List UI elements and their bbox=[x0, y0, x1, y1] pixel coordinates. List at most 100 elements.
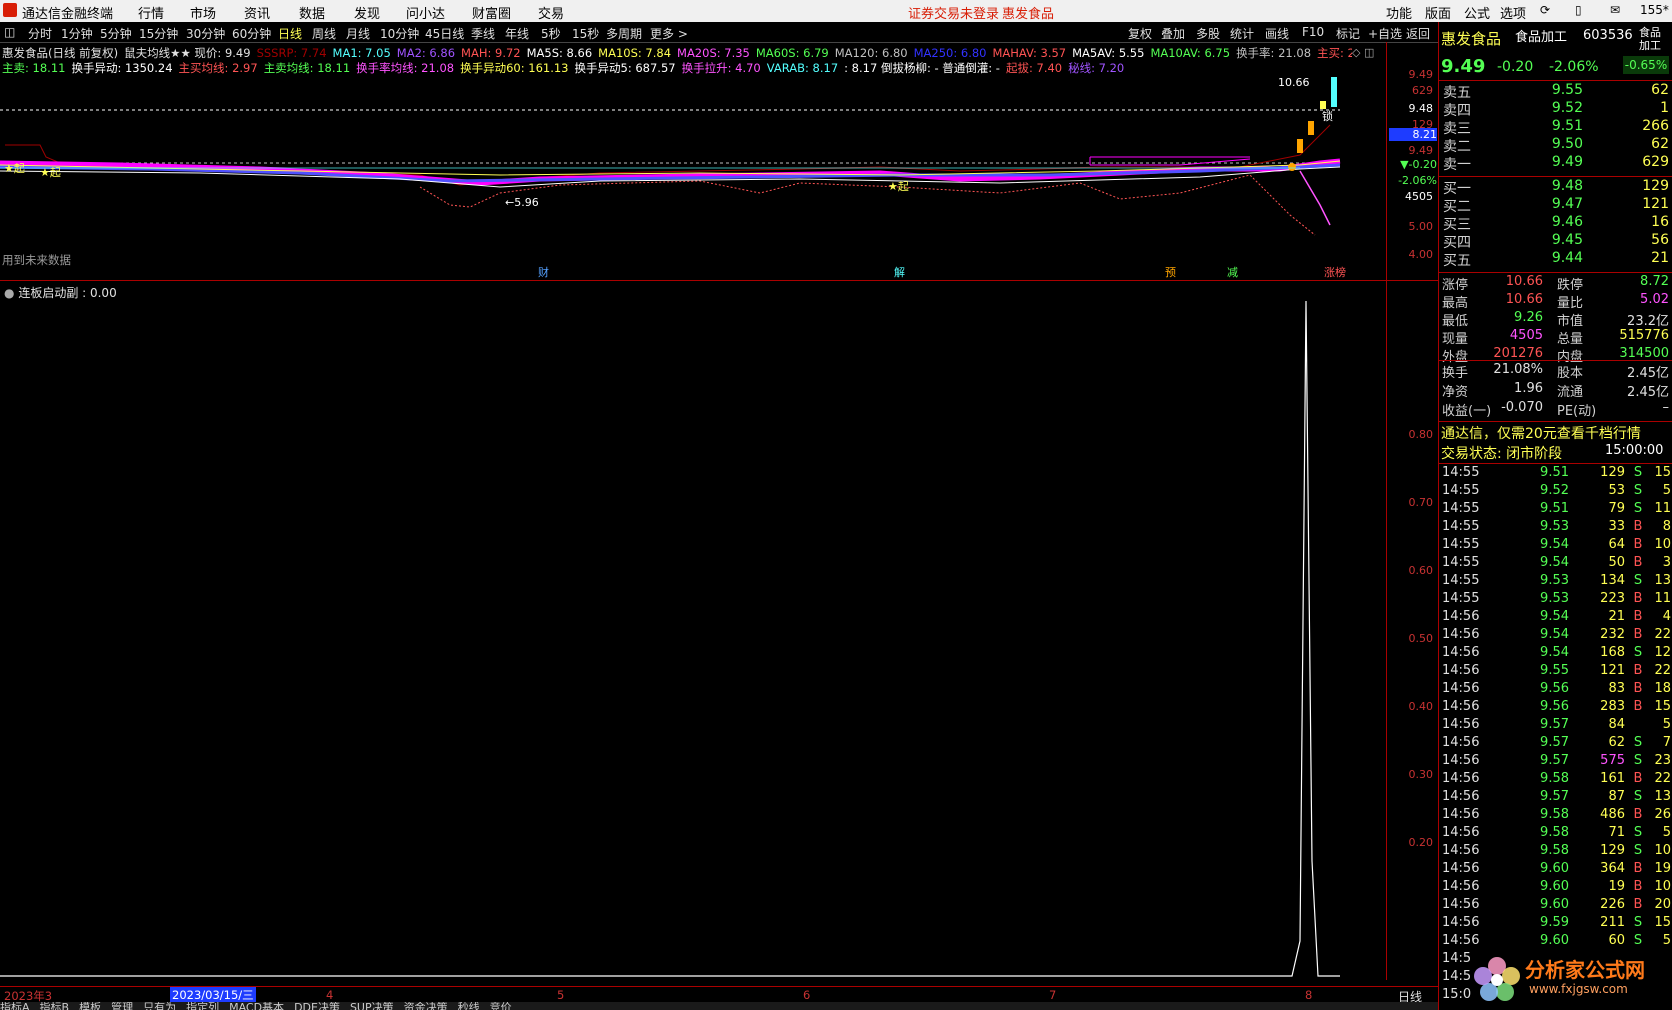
menu-item-shichang[interactable]: 市场 bbox=[190, 3, 216, 22]
menu-item-zixun[interactable]: 资讯 bbox=[244, 3, 270, 22]
bottom-tab[interactable]: 秒线 bbox=[458, 1002, 480, 1010]
btn-fanhui[interactable]: 返回 bbox=[1406, 25, 1430, 42]
bottom-tab[interactable]: DDE决策 bbox=[294, 1002, 340, 1010]
low-price-label: ←5.96 bbox=[505, 196, 539, 209]
sector-tag[interactable]: 食品加工 bbox=[1639, 26, 1671, 52]
login-notice[interactable]: 证券交易未登录 bbox=[908, 3, 999, 22]
sell-level: 卖二 9.50 62 bbox=[1439, 136, 1672, 155]
bottom-tab[interactable]: 模板 bbox=[79, 1002, 101, 1010]
stat-label: 市值 bbox=[1557, 314, 1584, 329]
event-jie[interactable]: 解 bbox=[894, 264, 905, 280]
bottom-tab[interactable]: 指定列 bbox=[186, 1002, 219, 1010]
menu-item-wenxiaoda[interactable]: 问小达 bbox=[406, 3, 445, 22]
menu-item-gongneng[interactable]: 功能 bbox=[1386, 3, 1412, 22]
pct-box: -0.65% bbox=[1623, 56, 1669, 74]
bottom-tab[interactable]: 指标B bbox=[40, 1002, 70, 1010]
level-volume: 16 bbox=[1651, 214, 1669, 230]
sub-indicator-chart[interactable] bbox=[0, 281, 1386, 981]
toggle-panel-icon[interactable]: ◫ bbox=[4, 25, 15, 39]
refresh-icon[interactable]: ⟳ bbox=[1540, 3, 1550, 17]
stat-label: PE(动) bbox=[1557, 404, 1597, 419]
tick-time: 14:56 bbox=[1442, 753, 1480, 768]
tick-price: 9.59 bbox=[1540, 915, 1569, 930]
stat-label: 换手 bbox=[1442, 366, 1469, 381]
tick-count: 19 bbox=[1654, 861, 1671, 876]
bottom-tab[interactable]: 指标A bbox=[0, 1002, 30, 1010]
menu-item-xuanxiang[interactable]: 选项 bbox=[1500, 3, 1526, 22]
phone-icon[interactable]: ▯ bbox=[1575, 3, 1582, 17]
mail-icon[interactable]: ✉ bbox=[1610, 3, 1620, 17]
tick-row: 14:55 9.54 64 B 10 bbox=[1439, 537, 1672, 555]
level-volume: 129 bbox=[1642, 178, 1669, 194]
level-volume: 56 bbox=[1651, 232, 1669, 248]
bottom-tab[interactable]: 资金决策 bbox=[404, 1002, 448, 1010]
btn-f10[interactable]: F10 bbox=[1302, 25, 1324, 39]
price-chart[interactable] bbox=[0, 75, 1386, 280]
event-zhangbang[interactable]: 涨榜 bbox=[1324, 264, 1346, 280]
tick-price: 9.60 bbox=[1540, 879, 1569, 894]
btn-fuquan[interactable]: 复权 bbox=[1128, 25, 1152, 42]
sell-level: 卖一 9.49 629 bbox=[1439, 154, 1672, 173]
period-more[interactable]: 更多 > bbox=[650, 25, 688, 42]
promo-link[interactable]: 通达信，仅需20元查看千档行情 bbox=[1441, 423, 1641, 443]
period-5min[interactable]: 5分钟 bbox=[100, 25, 132, 42]
menu-item-caifuquan[interactable]: 财富圈 bbox=[472, 3, 511, 22]
event-yu[interactable]: 预 bbox=[1165, 264, 1176, 280]
btn-biaoji[interactable]: 标记 bbox=[1336, 25, 1360, 42]
menu-item-jiaoyi[interactable]: 交易 bbox=[538, 3, 564, 22]
period-15min[interactable]: 15分钟 bbox=[139, 25, 178, 42]
tick-price: 9.52 bbox=[1540, 483, 1569, 498]
bottom-tab[interactable]: 竞价 bbox=[490, 1002, 512, 1010]
btn-duogu[interactable]: 多股 bbox=[1196, 25, 1220, 42]
period-30min[interactable]: 30分钟 bbox=[186, 25, 225, 42]
period-15sec[interactable]: 15秒 bbox=[572, 25, 599, 42]
menu-item-gongshi[interactable]: 公式 bbox=[1464, 3, 1490, 22]
tick-side: B bbox=[1633, 861, 1643, 876]
bottom-tab[interactable]: 只有为 bbox=[143, 1002, 176, 1010]
tick-count: 5 bbox=[1662, 483, 1671, 498]
btn-tongji[interactable]: 统计 bbox=[1230, 25, 1254, 42]
bottom-tab[interactable]: MACD基本 bbox=[229, 1002, 284, 1010]
app-logo-icon bbox=[3, 3, 17, 17]
indicator-value: MAHAV: 3.57 bbox=[992, 46, 1067, 59]
stat-row: 收益(一) -0.070 PE(动) – bbox=[1439, 400, 1672, 419]
tick-side: S bbox=[1633, 483, 1643, 498]
expand-icon[interactable]: ◇ ◫ bbox=[1352, 46, 1374, 59]
period-daily[interactable]: 日线 bbox=[278, 25, 302, 42]
period-multi[interactable]: 多周期 bbox=[606, 25, 642, 42]
period-45day[interactable]: 45日线 bbox=[425, 25, 464, 42]
stat-label: 收益(一) bbox=[1442, 404, 1492, 419]
period-monthly[interactable]: 月线 bbox=[346, 25, 370, 42]
period-1min[interactable]: 1分钟 bbox=[61, 25, 93, 42]
period-yearly[interactable]: 年线 bbox=[505, 25, 529, 42]
indicator-value: MA60S: 6.79 bbox=[755, 46, 829, 59]
bottom-tab[interactable]: 管理 bbox=[111, 1002, 133, 1010]
btn-zixuan[interactable]: +自选 bbox=[1368, 25, 1402, 42]
indicator-value: MA1: 7.05 bbox=[332, 46, 391, 59]
tick-list[interactable]: 14:55 9.51 129 S 15 14:55 9.52 53 S 5 14:55 9.51 79 S… bbox=[1439, 465, 1672, 1010]
tick-count: 8 bbox=[1662, 519, 1671, 534]
event-jian[interactable]: 减 bbox=[1227, 264, 1238, 280]
period-60min[interactable]: 60分钟 bbox=[232, 25, 271, 42]
tick-volume: 223 bbox=[1600, 591, 1625, 606]
ma-magenta-drop bbox=[1299, 170, 1331, 226]
period-weekly[interactable]: 周线 bbox=[312, 25, 336, 42]
menu-item-faxian[interactable]: 发现 bbox=[354, 3, 380, 22]
menu-item-banmian[interactable]: 版面 bbox=[1425, 3, 1451, 22]
date-label: 6 bbox=[803, 988, 811, 1002]
tick-price: 9.54 bbox=[1540, 645, 1569, 660]
counter-badge[interactable]: 155* bbox=[1640, 3, 1669, 17]
period-10min[interactable]: 10分钟 bbox=[380, 25, 419, 42]
event-cai[interactable]: 财 bbox=[538, 264, 549, 280]
indicator-value: MA2: 6.86 bbox=[396, 46, 456, 59]
menu-item-hangqing[interactable]: 行情 bbox=[138, 3, 164, 22]
menu-item-shuju[interactable]: 数据 bbox=[299, 3, 325, 22]
btn-diejia[interactable]: 叠加 bbox=[1161, 25, 1185, 42]
period-5sec[interactable]: 5秒 bbox=[541, 25, 561, 42]
level-price: 9.44 bbox=[1551, 250, 1583, 266]
btn-huaxian[interactable]: 画线 bbox=[1265, 25, 1289, 42]
bottom-tab[interactable]: SUP决策 bbox=[350, 1002, 394, 1010]
candle-up-large bbox=[1331, 77, 1337, 107]
period-fenshi[interactable]: 分时 bbox=[28, 25, 52, 42]
period-quarterly[interactable]: 季线 bbox=[471, 25, 495, 42]
